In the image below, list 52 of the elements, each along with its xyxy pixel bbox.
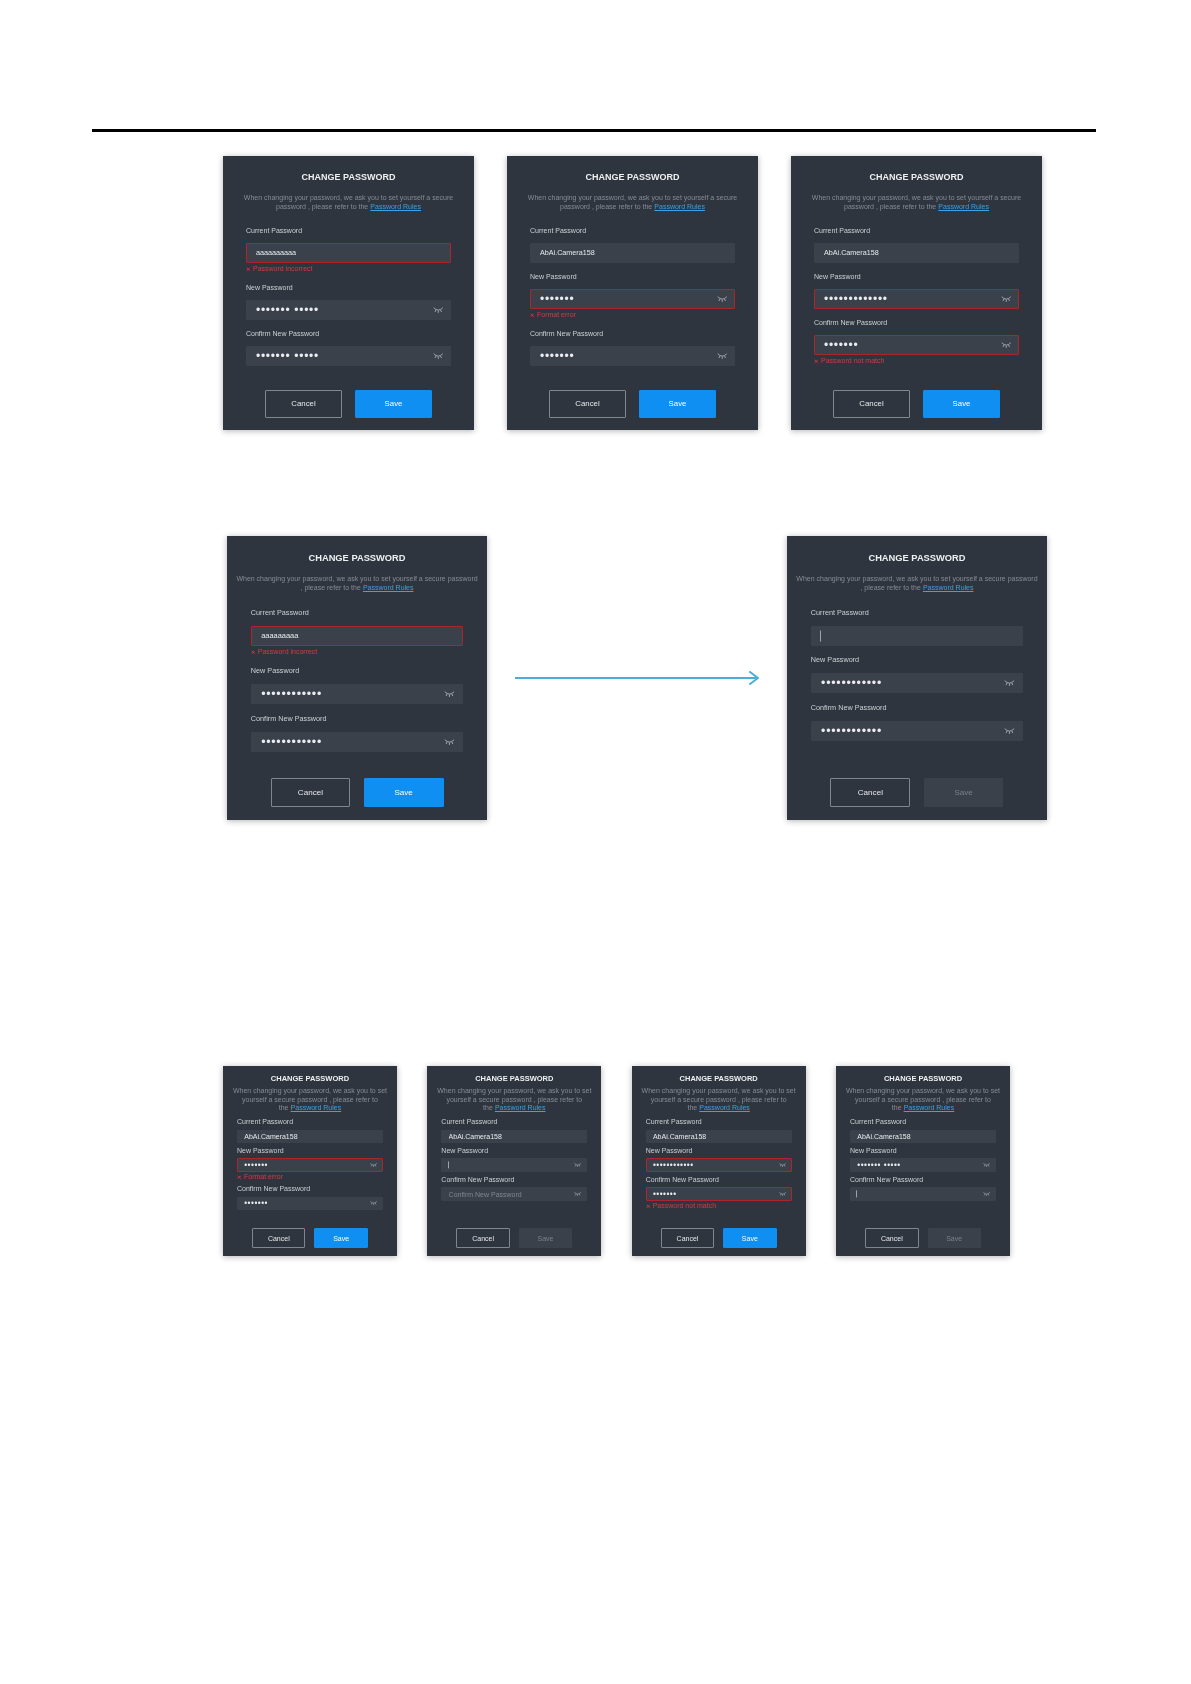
input-field[interactable] xyxy=(810,625,1024,646)
input-field[interactable]: •••••••••••• xyxy=(250,731,464,752)
cancel-button[interactable]: Cancel xyxy=(830,778,911,808)
text-cursor-icon xyxy=(447,1161,449,1169)
input-field[interactable]: •••••••••••• xyxy=(645,1158,792,1172)
cross-icon xyxy=(530,313,535,318)
input-field[interactable]: ••••••• ••••• xyxy=(246,346,451,366)
closed-eye-icon[interactable] xyxy=(574,1191,582,1197)
closed-eye-icon[interactable] xyxy=(370,1163,378,1168)
closed-eye-icon[interactable] xyxy=(983,1191,991,1197)
closed-eye-icon[interactable] xyxy=(432,352,443,359)
input-field[interactable]: ••••••• xyxy=(530,346,735,366)
dialog-title: CHANGE PASSWORD xyxy=(868,172,965,183)
input-field[interactable]: ••••••• xyxy=(814,335,1019,355)
closed-eye-icon[interactable] xyxy=(983,1163,991,1168)
input-field[interactable]: ••••••••••••• xyxy=(814,289,1019,309)
closed-eye-icon[interactable] xyxy=(778,1163,787,1168)
dialog-title: CHANGE PASSWORD xyxy=(867,552,967,564)
closed-eye-icon[interactable] xyxy=(444,691,455,698)
closed-eye-icon[interactable] xyxy=(1000,341,1011,348)
input-field[interactable]: •••••••••••• xyxy=(810,673,1024,694)
text-cursor-icon xyxy=(856,1190,858,1198)
closed-eye-icon[interactable] xyxy=(574,1163,582,1168)
input-field[interactable]: •••••••••••• xyxy=(810,720,1024,742)
input-field[interactable]: ••••••• ••••• xyxy=(246,300,451,320)
text-cursor-icon xyxy=(820,630,822,642)
input-field[interactable]: ••••••• ••••• xyxy=(850,1158,996,1172)
cross-icon xyxy=(645,1203,651,1209)
input-field[interactable]: ••••••• xyxy=(645,1187,792,1201)
closed-eye-icon[interactable] xyxy=(370,1201,378,1206)
input-field[interactable] xyxy=(850,1187,996,1201)
closed-eye-icon[interactable] xyxy=(716,295,727,302)
closed-eye-icon[interactable] xyxy=(432,306,443,313)
closed-eye-icon[interactable] xyxy=(716,352,727,359)
cross-icon xyxy=(237,1174,242,1180)
closed-eye-icon[interactable] xyxy=(1004,727,1015,735)
dialog-title: CHANGE PASSWORD xyxy=(307,552,407,564)
input-field[interactable]: ••••••• xyxy=(530,289,735,309)
closed-eye-icon[interactable] xyxy=(444,738,455,745)
closed-eye-icon[interactable] xyxy=(778,1191,787,1197)
input-field[interactable]: ••••••• xyxy=(237,1158,383,1172)
closed-eye-icon[interactable] xyxy=(1004,680,1015,687)
input-field[interactable]: ••••••• xyxy=(237,1196,383,1211)
cancel-button[interactable]: Cancel xyxy=(270,778,351,808)
closed-eye-icon[interactable] xyxy=(1000,295,1011,302)
dialog-title: CHANGE PASSWORD xyxy=(584,172,681,183)
input-field[interactable] xyxy=(441,1158,588,1172)
input-field[interactable]: •••••••••••• xyxy=(250,684,464,705)
dialog-title: CHANGE PASSWORD xyxy=(300,172,397,183)
cross-icon xyxy=(814,359,819,364)
cross-icon xyxy=(250,650,256,655)
cross-icon xyxy=(246,267,251,272)
